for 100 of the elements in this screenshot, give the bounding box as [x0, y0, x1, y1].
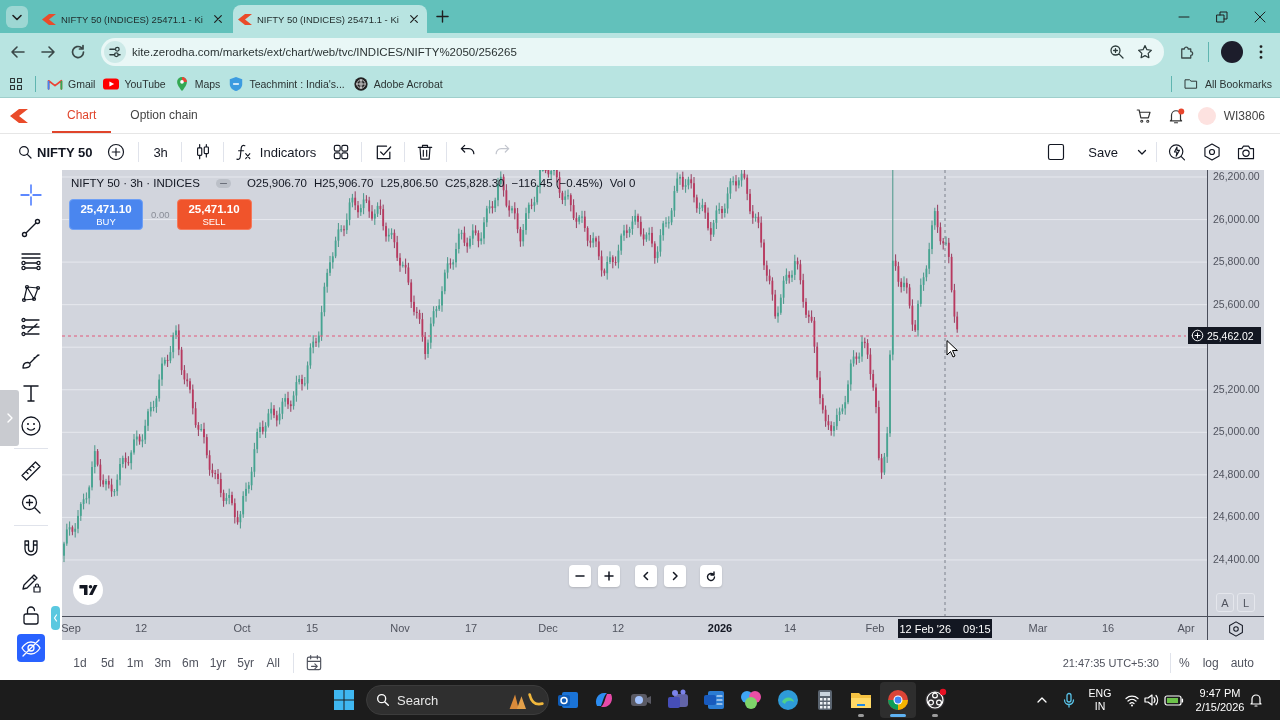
nav-tab[interactable]: Chart — [52, 98, 112, 133]
scroll-left-button[interactable] — [635, 565, 657, 587]
crosshair-price: 25,462.02 — [1207, 329, 1254, 342]
time-label: 16 — [1101, 622, 1115, 634]
time-label: Apr — [1177, 622, 1195, 634]
zoom-in-button[interactable] — [598, 565, 620, 587]
reload-icon[interactable] — [69, 42, 87, 61]
apps-grid-icon[interactable] — [9, 76, 23, 91]
eye-off-icon[interactable] — [17, 634, 45, 662]
bookmark-link[interactable]: YouTube — [103, 76, 166, 91]
folder-icon — [1182, 76, 1199, 91]
browser-logo-icon — [885, 688, 910, 712]
zoom-icon[interactable] — [1108, 42, 1126, 61]
indicators-button[interactable]: Indicators — [231, 142, 319, 162]
logo-icon[interactable] — [73, 575, 103, 605]
price-label: 25,600.00 — [1213, 297, 1260, 311]
search-icon — [17, 144, 33, 160]
time-label: Feb — [865, 622, 885, 634]
time-label: Dec — [538, 622, 558, 634]
time-label: 17 — [464, 622, 478, 634]
sell-button[interactable]: 25,471.10 SELL — [176, 199, 252, 230]
spread-value: 0.00 — [151, 209, 170, 220]
all-bookmarks-button[interactable]: All Bookmarks — [1182, 76, 1272, 91]
scale-button[interactable]: L — [1237, 593, 1255, 612]
scroll-right-button[interactable] — [664, 565, 686, 587]
address-text: kite.zerodha.com/markets/ext/chart/web/tvc/INDICES/NIFTY%2050/256265 — [132, 45, 517, 58]
lightning-search-icon[interactable] — [1167, 142, 1187, 162]
range-button[interactable]: 3m — [149, 655, 176, 670]
cart-icon[interactable] — [1134, 106, 1153, 125]
range-button[interactable]: 1m — [122, 655, 149, 670]
grid-logo-icon[interactable] — [332, 688, 356, 712]
bookmark-link[interactable]: Teachmint : India's... — [228, 76, 345, 91]
buy-button[interactable]: 25,471.10 BUY — [69, 199, 143, 230]
plus-icon[interactable] — [436, 10, 449, 23]
range-button[interactable]: 1d — [67, 655, 93, 670]
price-label: 24,600.00 — [1213, 510, 1260, 524]
notification-icon[interactable] — [1248, 692, 1264, 708]
collapse-handle[interactable] — [51, 606, 60, 630]
restore-icon[interactable] — [1215, 9, 1229, 24]
range-button[interactable]: 1yr — [204, 655, 231, 670]
reset-icon — [704, 569, 718, 583]
colorful-circles-icon — [739, 688, 764, 712]
reset-button[interactable] — [700, 565, 722, 587]
price-label: 25,200.00 — [1213, 382, 1260, 396]
bookmark-star-icon[interactable] — [1136, 42, 1154, 61]
browser-tab[interactable]: NIFTY 50 (INDICES) 25471.1 - Ki — [37, 5, 231, 33]
range-button[interactable]: 5d — [94, 655, 121, 670]
cursor-icon — [946, 340, 958, 358]
price-label: 24,400.00 — [1213, 552, 1260, 566]
square-icon[interactable] — [1046, 142, 1067, 162]
symbol-search-button[interactable]: NIFTY 50 — [14, 144, 96, 160]
bookmark-link[interactable]: Adobe Acrobat — [352, 76, 443, 91]
time-label: Oct — [233, 622, 251, 634]
profile-avatar-icon[interactable] — [1221, 40, 1243, 63]
search-field[interactable]: Search — [366, 685, 549, 715]
battery-icon[interactable] — [1164, 692, 1184, 708]
plus-icon — [602, 569, 616, 583]
clock-button[interactable]: 9:47 PM 2/15/2026 — [1192, 686, 1248, 714]
time-label: 14 — [783, 622, 797, 634]
price-label: 25,800.00 — [1213, 255, 1260, 269]
scale-button[interactable]: A — [1216, 593, 1234, 612]
legend-toggle-icon[interactable] — [215, 178, 231, 188]
settings-icon[interactable] — [1227, 619, 1245, 638]
scale-option-button[interactable]: log — [1200, 655, 1221, 670]
settings-icon[interactable] — [1202, 142, 1222, 162]
close-icon[interactable] — [409, 14, 419, 24]
bookmark-link[interactable]: Maps — [173, 76, 221, 91]
price-label: 26,200.00 — [1213, 170, 1260, 183]
scale-option-button[interactable]: auto — [1228, 655, 1256, 670]
taskbar-button[interactable] — [879, 682, 916, 718]
scale-option-button[interactable]: % — [1176, 655, 1192, 670]
tab-list-icon[interactable] — [6, 5, 28, 28]
range-button[interactable]: 5yr — [232, 655, 259, 670]
search-icon — [375, 692, 391, 708]
zoom-out-button[interactable] — [569, 565, 591, 587]
document-icon — [702, 688, 727, 712]
microphone-icon[interactable] — [1061, 692, 1077, 708]
time-label: 12 — [134, 622, 148, 634]
language-button[interactable]: ENG IN — [1087, 687, 1113, 713]
save-button[interactable]: Save — [1080, 144, 1126, 160]
ohlc-value: O25,906.70 — [246, 177, 307, 189]
close-icon[interactable] — [213, 14, 223, 24]
time-label: 2026 — [707, 622, 733, 634]
close-icon[interactable] — [1253, 9, 1267, 24]
speaker-icon[interactable] — [1143, 692, 1159, 708]
range-button[interactable]: 6m — [177, 655, 204, 670]
bookmark-link[interactable]: Gmail — [47, 76, 96, 91]
site-settings-icon[interactable] — [104, 40, 126, 63]
time-label: Nov — [390, 622, 410, 634]
range-button[interactable]: All — [260, 655, 287, 670]
clock-text: 21:47:35 UTC+5:30 — [1062, 656, 1159, 669]
ohlc-value: Vol 0 — [609, 177, 636, 189]
more-menu-icon[interactable] — [1258, 42, 1264, 61]
user-id[interactable]: WI3806 — [1223, 108, 1265, 123]
interval-button[interactable]: 3h — [149, 144, 172, 160]
browser-tab[interactable]: NIFTY 50 (INDICES) 25471.1 - Ki — [233, 5, 427, 33]
time-label: Mar — [1028, 622, 1048, 634]
nav-tab[interactable]: Option chain — [120, 98, 208, 133]
ohlc-value: L25,806.50 — [380, 177, 439, 189]
address-field[interactable]: kite.zerodha.com/markets/ext/chart/web/tvc/INDICES/NIFTY%2050/256265 — [101, 37, 1164, 66]
